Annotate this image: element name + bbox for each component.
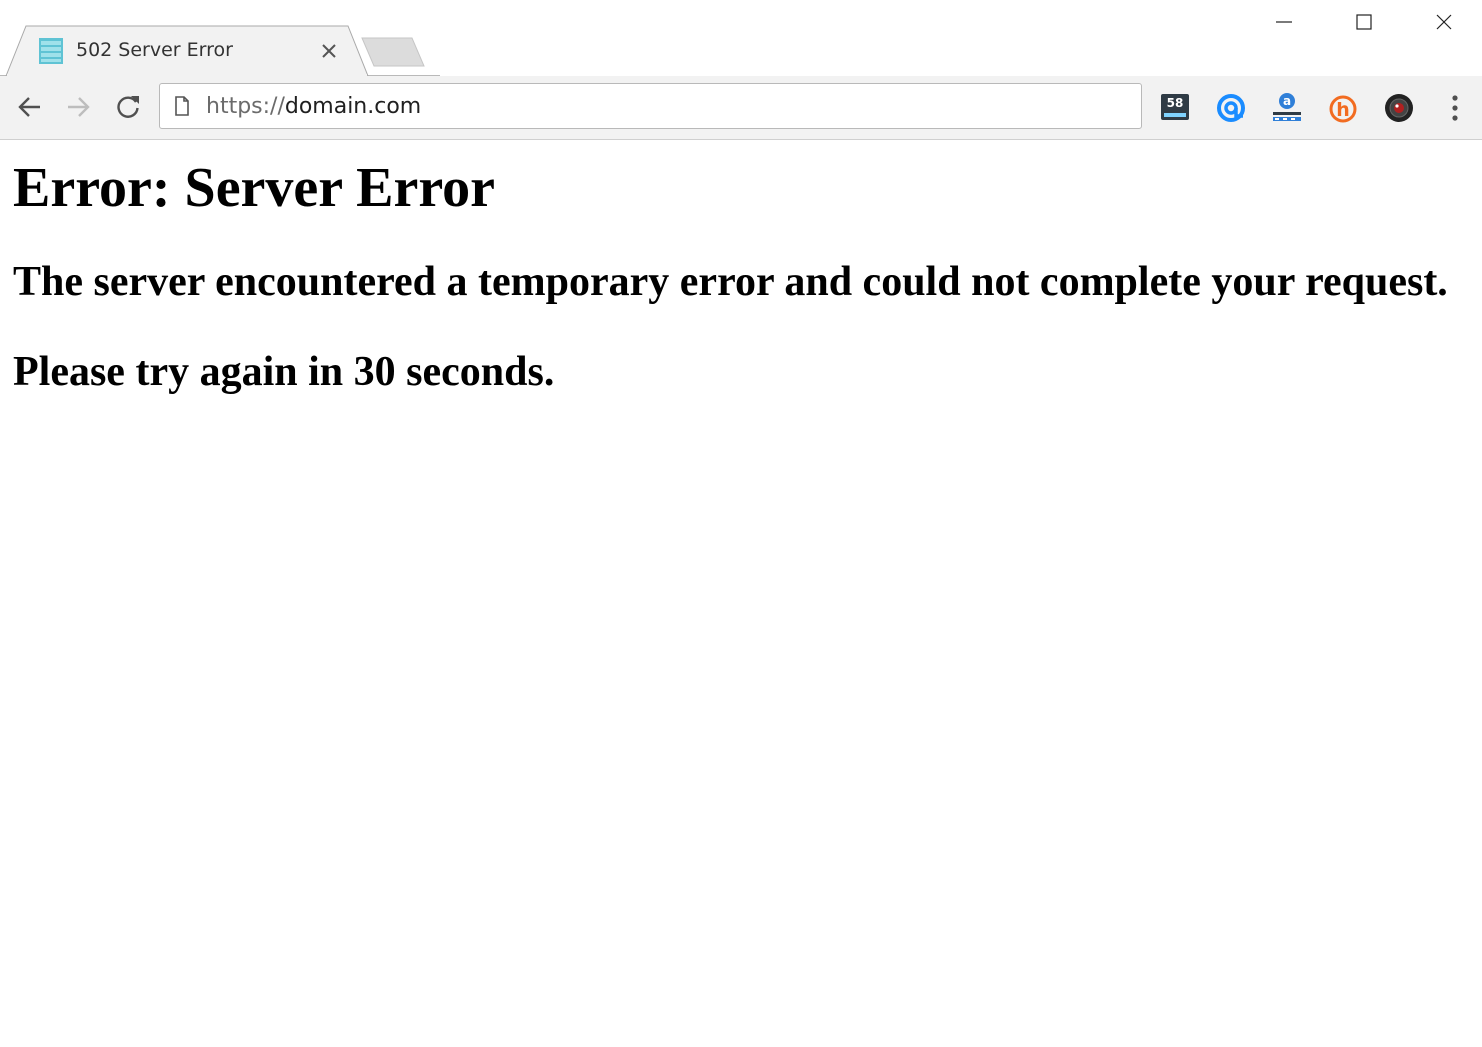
error-heading: Error: Server Error — [13, 157, 496, 219]
close-window-icon — [1436, 14, 1452, 30]
honey-letter: h — [1336, 99, 1350, 121]
back-button[interactable] — [10, 87, 50, 127]
at-sign-icon — [1217, 94, 1245, 122]
tab-strip: 502 Server Error — [0, 0, 1482, 76]
maximize-button[interactable] — [1324, 0, 1404, 44]
server-icon — [39, 38, 63, 64]
page-content: Error: Server Error The server encounter… — [0, 140, 1482, 1047]
arrow-right-icon — [68, 97, 90, 117]
tab-title: 502 Server Error — [76, 39, 233, 61]
amazon-assistant-icon: a — [1273, 93, 1301, 121]
close-icon[interactable] — [318, 40, 340, 62]
camera-lens-icon — [1385, 94, 1413, 122]
forward-button[interactable] — [58, 87, 98, 127]
retry-message: Please try again in 30 seconds. — [13, 349, 555, 395]
menu-button[interactable] — [1440, 88, 1470, 128]
speedtest-label: 58 — [1166, 96, 1184, 110]
more-vertical-icon — [1452, 95, 1458, 121]
speedtest-extension-button[interactable]: 58 — [1157, 90, 1193, 126]
browser-window: 502 Server Error https://domain.com 58 a… — [0, 0, 1482, 1047]
page-icon — [175, 96, 189, 116]
minimize-icon — [1276, 21, 1292, 23]
reload-button[interactable] — [108, 87, 148, 127]
new-tab-button[interactable] — [360, 36, 426, 68]
amazon-assistant-extension-button[interactable]: a — [1269, 90, 1305, 126]
url-host: domain.com — [284, 94, 422, 119]
url-text: https://domain.com — [206, 93, 421, 121]
browser-toolbar: https://domain.com 58 a h — [0, 76, 1482, 140]
honey-extension-button[interactable]: h — [1325, 90, 1361, 126]
minimize-button[interactable] — [1244, 0, 1324, 44]
amazon-letter: a — [1283, 94, 1291, 108]
url-scheme: https:// — [206, 94, 285, 119]
at-sign-extension-button[interactable] — [1213, 90, 1249, 126]
speedtest-bar — [1164, 113, 1186, 117]
honey-icon: h — [1329, 95, 1357, 123]
reload-icon — [117, 96, 139, 118]
camera-extension-button[interactable] — [1381, 90, 1417, 126]
window-close-button[interactable] — [1404, 0, 1482, 44]
arrow-left-icon — [18, 97, 40, 117]
maximize-icon — [1356, 14, 1372, 30]
address-bar[interactable]: https://domain.com — [159, 83, 1142, 129]
speedtest-icon: 58 — [1161, 94, 1189, 120]
error-message: The server encountered a temporary error… — [13, 259, 1448, 305]
